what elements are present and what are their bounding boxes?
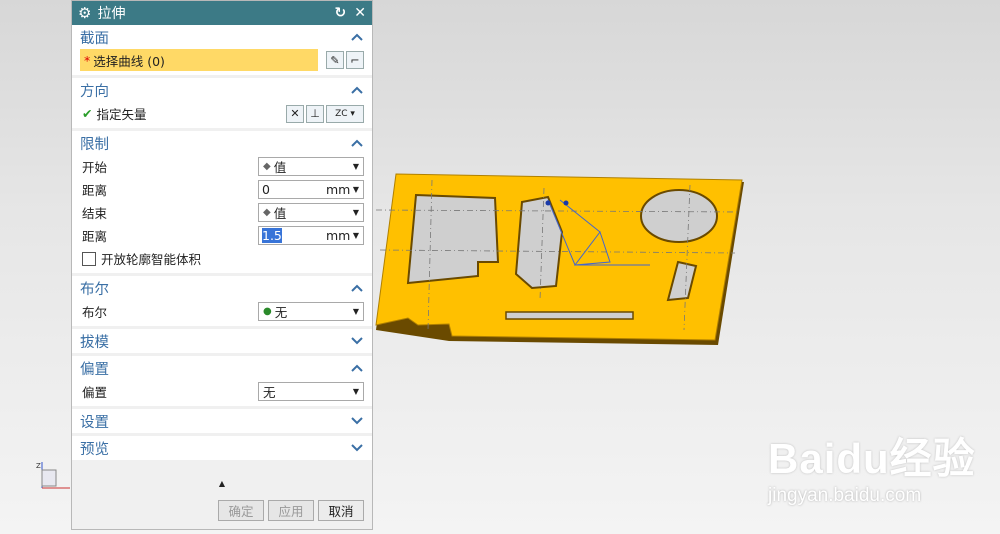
end-select[interactable]: ◆ 值 ▼ — [258, 203, 364, 222]
offset-panel: 偏置 偏置 无 ▼ — [72, 356, 372, 409]
start-distance-label: 距离 — [82, 183, 108, 198]
boolean-panel: 布尔 布尔 ● 无 ▼ — [72, 276, 372, 329]
sketch-icon[interactable]: ✎ — [326, 51, 344, 69]
dialog-title-bar[interactable]: ⚙ 拉伸 ↻ ✕ — [72, 1, 372, 25]
dialog-title: 拉伸 — [97, 6, 126, 22]
apply-button[interactable]: 应用 — [268, 500, 314, 521]
vector-label: 指定矢量 — [96, 107, 147, 122]
chevron-up-icon[interactable] — [350, 136, 364, 150]
boolean-section-label: 布尔 — [80, 281, 109, 298]
chevron-up-icon[interactable] — [350, 361, 364, 375]
chevron-up-icon[interactable] — [350, 30, 364, 44]
select-curve-label: 选择曲线 (0) — [93, 53, 165, 69]
chevron-down-icon[interactable] — [350, 414, 364, 428]
section-label: 截面 — [80, 30, 109, 47]
chevron-down-icon[interactable] — [350, 441, 364, 455]
limits-panel: 限制 开始 ◆ 值 ▼ 距离 0 mm ▼ 结束 ◆ 值 ▼ 距离 1.5 mm ▼ 开放轮廓智… — [72, 131, 372, 276]
check-icon: ✔ — [82, 106, 93, 121]
boolean-icon: ● — [263, 306, 272, 317]
settings-panel: 设置 — [72, 409, 372, 436]
required-mark: * — [84, 52, 91, 68]
direction-panel: 方向 ✔ 指定矢量 ✕ ⊥ ZC ▾ — [72, 78, 372, 131]
offset-select[interactable]: 无 ▼ — [258, 382, 364, 401]
boolean-header[interactable]: 布尔 — [72, 276, 372, 300]
watermark: Baidu经验 jingyan.baidu.com — [768, 425, 976, 506]
cutout-bar — [505, 311, 634, 320]
boolean-label: 布尔 — [82, 305, 108, 320]
open-profile-label: 开放轮廓智能体积 — [101, 252, 202, 267]
svg-text:Z: Z — [36, 462, 41, 470]
draft-header[interactable]: 拔模 — [72, 329, 372, 353]
section-header[interactable]: 截面 — [72, 25, 372, 49]
boolean-select[interactable]: ● 无 ▼ — [258, 302, 364, 321]
start-distance-input[interactable]: 0 mm ▼ — [258, 180, 364, 199]
end-distance-label: 距离 — [82, 229, 108, 244]
vector-dialog-icon[interactable]: ⊥ — [306, 104, 324, 123]
reset-icon[interactable]: ↻ — [335, 5, 347, 21]
end-distance-input[interactable]: 1.5 mm ▼ — [258, 226, 364, 245]
preview-header[interactable]: 预览 — [72, 436, 372, 460]
vector-dropdown[interactable]: ZC ▾ — [326, 104, 364, 123]
offset-header[interactable]: 偏置 — [72, 356, 372, 380]
settings-header[interactable]: 设置 — [72, 409, 372, 433]
direction-label: 方向 — [80, 83, 109, 100]
cancel-button[interactable]: 取消 — [318, 500, 364, 521]
extrude-dialog: ⚙ 拉伸 ↻ ✕ 截面 * 选择曲线 (0) ✎ ⌐ 方向 ✔ 指定矢量 ✕ ⊥ — [71, 0, 373, 530]
section-panel: 截面 * 选择曲线 (0) ✎ ⌐ — [72, 25, 372, 78]
cube-icon: ◆ — [263, 207, 271, 218]
settings-label: 设置 — [80, 414, 109, 431]
draft-label: 拔模 — [80, 334, 109, 351]
select-curve-field[interactable]: * 选择曲线 (0) — [80, 49, 318, 71]
chevron-up-icon[interactable] — [350, 281, 364, 295]
offset-section-label: 偏置 — [80, 361, 109, 378]
gear-icon: ⚙ — [78, 4, 92, 22]
start-label: 开始 — [82, 160, 108, 175]
ok-button[interactable]: 确定 — [218, 500, 264, 521]
open-profile-checkbox[interactable] — [82, 251, 96, 266]
reverse-direction-icon[interactable]: ✕ — [286, 104, 304, 123]
close-icon[interactable]: ✕ — [354, 5, 366, 21]
watermark-url: jingyan.baidu.com — [768, 485, 922, 506]
direction-header[interactable]: 方向 — [72, 78, 372, 102]
limits-header[interactable]: 限制 — [72, 131, 372, 155]
offset-label: 偏置 — [82, 385, 108, 400]
preview-label: 预览 — [80, 441, 109, 458]
watermark-brand: Baidu经验 — [768, 435, 976, 482]
end-label: 结束 — [82, 206, 108, 221]
dialog-footer: ▲ 确定 应用 取消 — [72, 477, 372, 529]
chevron-up-icon[interactable] — [350, 83, 364, 97]
view-triad: Z — [34, 458, 74, 498]
preview-panel: 预览 — [72, 436, 372, 463]
chevron-down-icon[interactable] — [350, 334, 364, 348]
start-select[interactable]: ◆ 值 ▼ — [258, 157, 364, 176]
curve-select-icon[interactable]: ⌐ — [346, 51, 364, 69]
cube-icon: ◆ — [263, 161, 271, 172]
limits-label: 限制 — [80, 136, 109, 153]
draft-panel: 拔模 — [72, 329, 372, 356]
cutout-circle — [640, 189, 718, 243]
expand-grip-icon[interactable]: ▲ — [72, 479, 372, 488]
